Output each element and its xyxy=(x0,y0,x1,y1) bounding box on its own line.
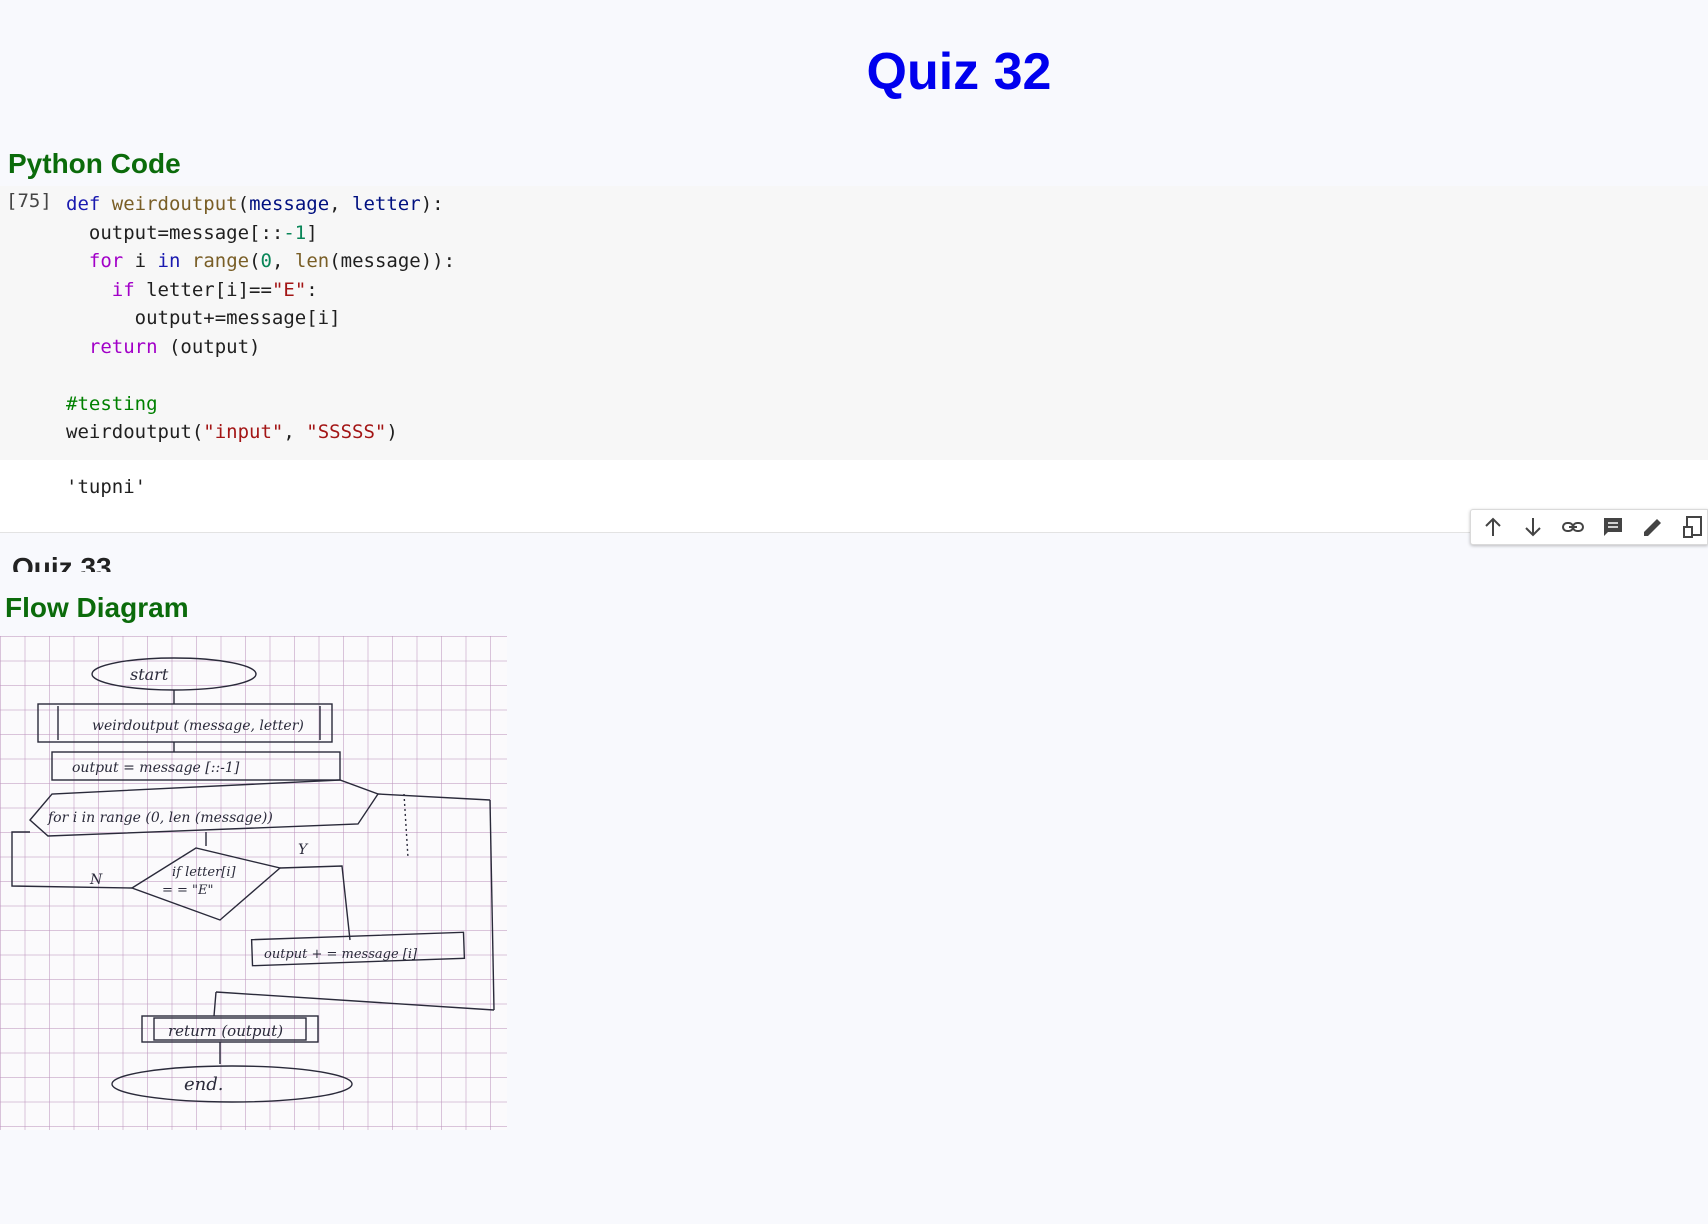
end-label: end. xyxy=(184,1074,224,1095)
arrow-up-icon xyxy=(1485,517,1501,536)
code-line-9: weirdoutput("input", "SSSSS") xyxy=(66,421,398,443)
assign-label: output = message [::-1] xyxy=(72,760,240,776)
function-label: weirdoutput (message, letter) xyxy=(92,718,304,734)
code-line-3: for i in range(0, len(message)): xyxy=(88,250,456,272)
return-label: return (output) xyxy=(168,1022,283,1040)
mirror-cell-button[interactable] xyxy=(1679,513,1707,541)
no-label: N xyxy=(89,872,103,888)
python-code-heading: Python Code xyxy=(8,148,181,179)
flow-diagram-heading: Flow Diagram xyxy=(5,592,189,623)
edit-icon xyxy=(1644,519,1661,536)
start-label: start xyxy=(130,665,169,684)
loop-label: for i in range (0, len (message)) xyxy=(47,810,273,826)
link-icon xyxy=(1562,522,1584,532)
copy-link-button[interactable] xyxy=(1559,513,1587,541)
code-line-5: output+=message[i] xyxy=(66,307,341,329)
cell-toolbar xyxy=(1470,509,1708,545)
code-line-4: if letter[i]=="E": xyxy=(111,278,318,301)
append-label: output + = message [i] xyxy=(264,947,418,962)
flow-diagram-image: start weirdoutput (message, letter) outp… xyxy=(0,636,507,1130)
condition-label-1: if letter[i] xyxy=(172,865,237,880)
start-oval xyxy=(91,657,257,691)
code-line-2: output=message[::-1] xyxy=(66,221,318,244)
condition-label-2: = = "E" xyxy=(162,883,214,898)
comment-icon xyxy=(1604,518,1622,536)
flow-diagram-drawing: start weirdoutput (message, letter) outp… xyxy=(11,657,495,1103)
cell-output-area xyxy=(0,460,1708,533)
move-up-button[interactable] xyxy=(1479,513,1507,541)
code-line-6: return (output) xyxy=(88,335,261,358)
code-editor[interactable]: def weirdoutput(message, letter): output… xyxy=(66,190,455,447)
add-comment-button[interactable] xyxy=(1599,513,1627,541)
page-title: Quiz 32 xyxy=(866,43,1052,101)
cell-output: 'tupni' xyxy=(66,476,147,498)
execution-count: [75] xyxy=(6,190,52,212)
mirror-cell-icon xyxy=(1683,516,1702,538)
yes-label: Y xyxy=(298,842,309,858)
move-down-button[interactable] xyxy=(1519,513,1547,541)
hidden-section-heading: Quiz 33 xyxy=(12,552,112,573)
arrow-down-icon xyxy=(1525,518,1541,537)
end-oval xyxy=(111,1065,353,1103)
code-line-1: def weirdoutput(message, letter): xyxy=(66,193,444,215)
loop-hexagon xyxy=(29,779,380,837)
code-line-8: #testing xyxy=(66,392,158,415)
edit-button[interactable] xyxy=(1639,513,1667,541)
